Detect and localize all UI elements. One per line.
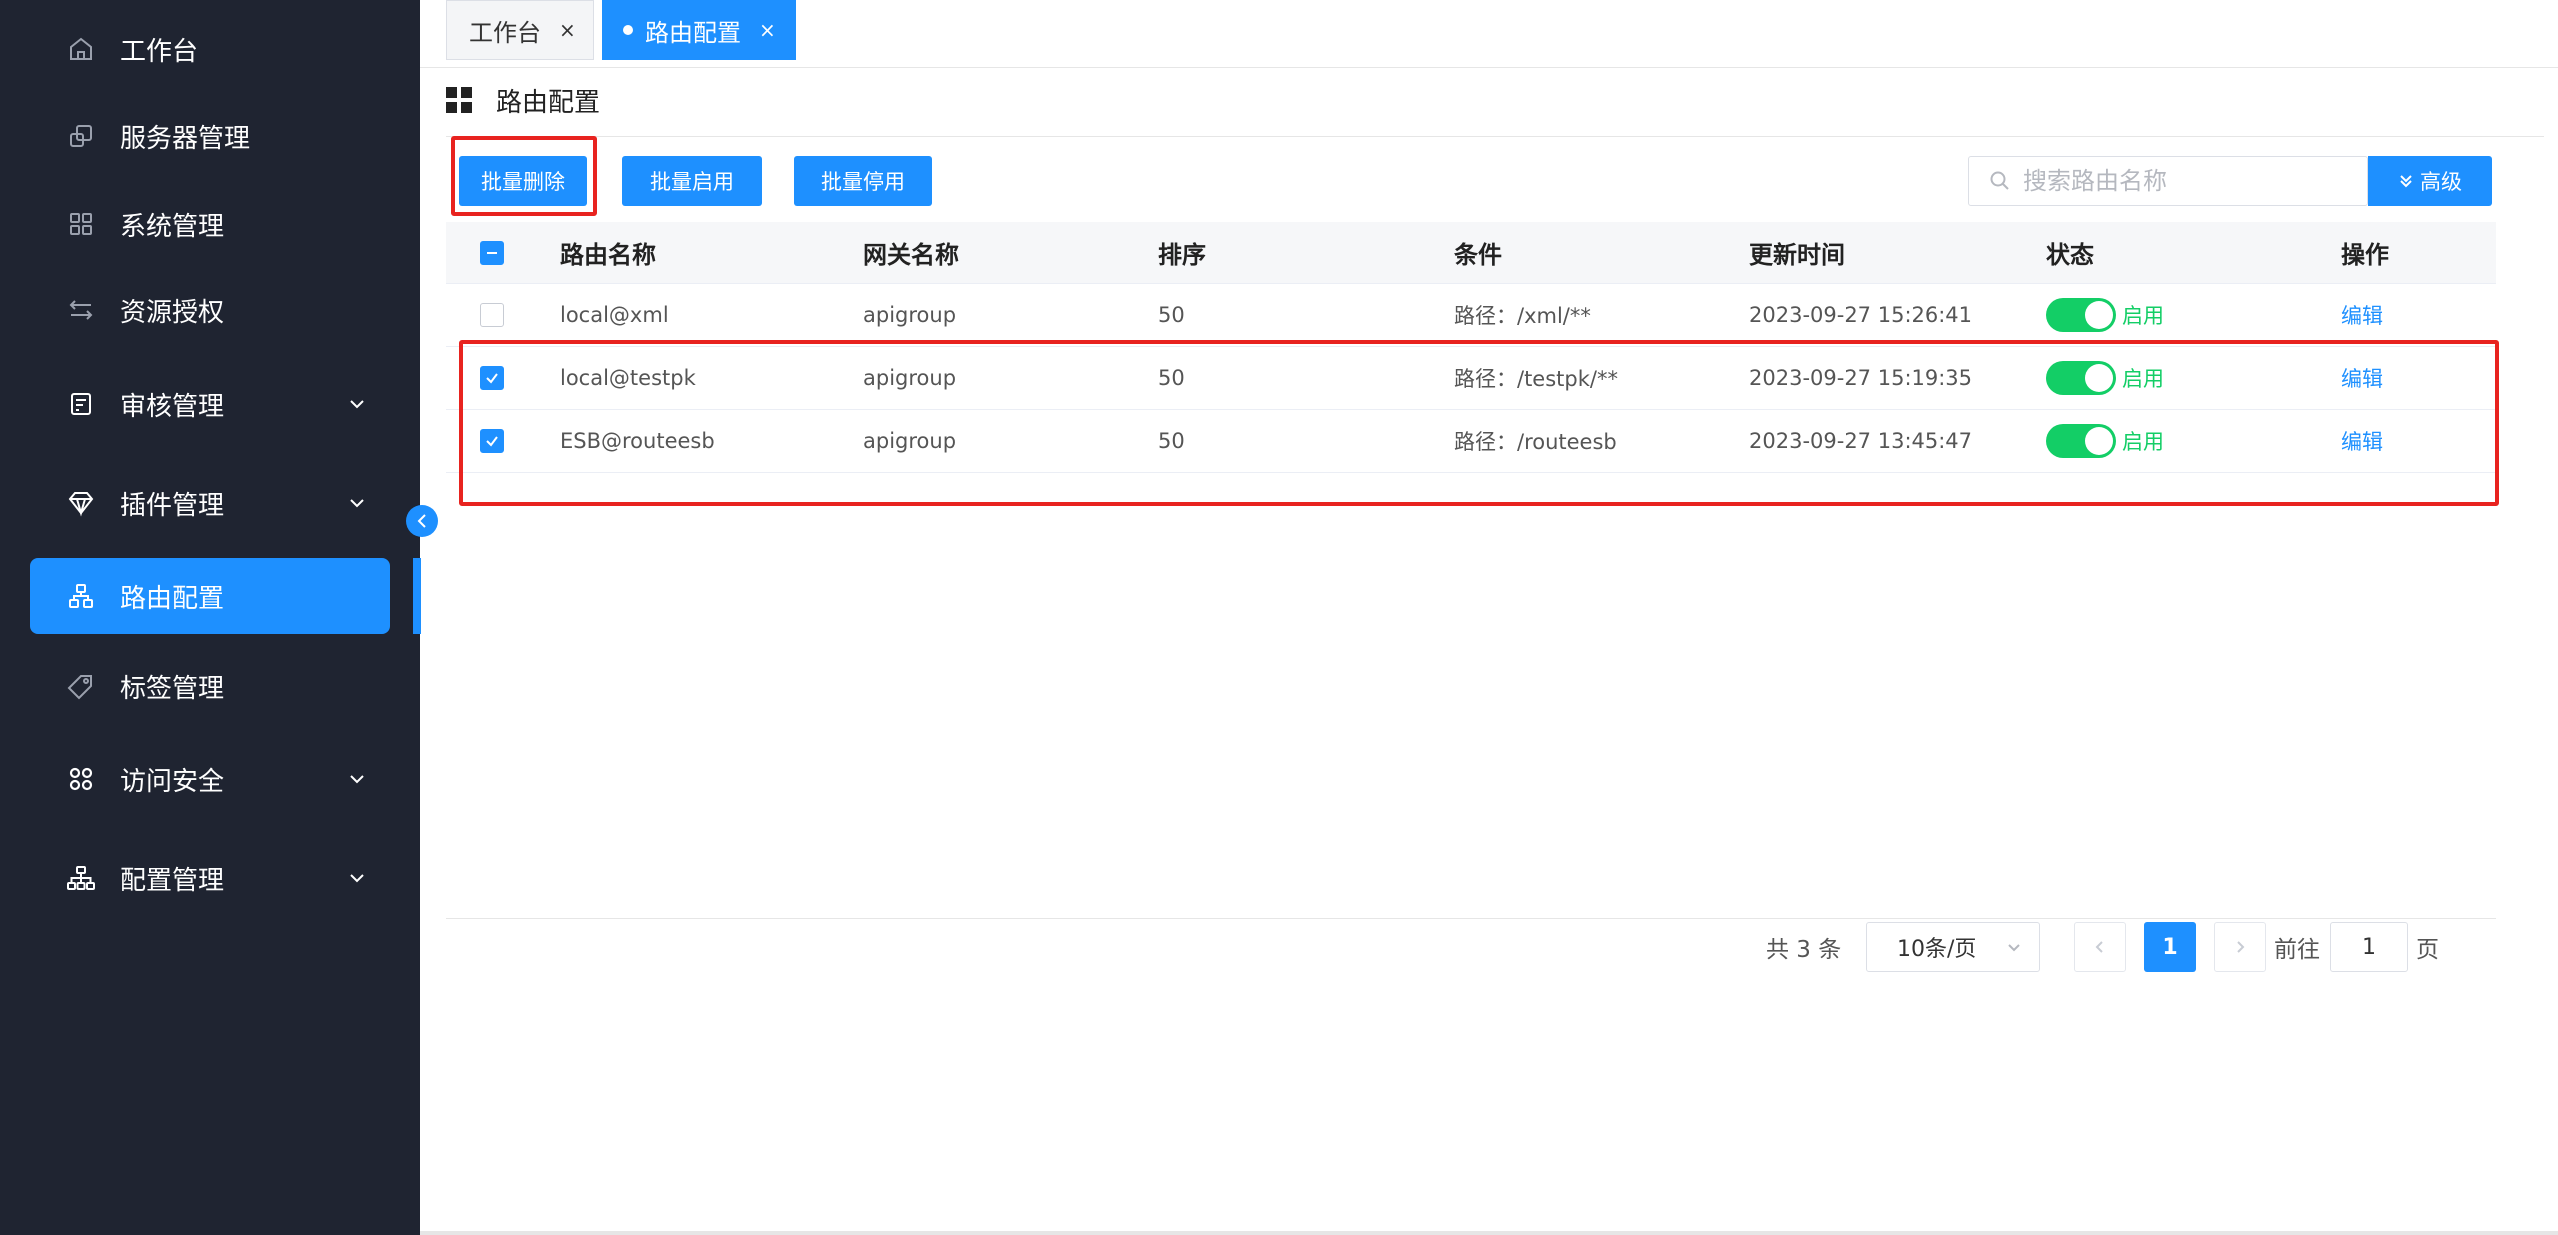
audit-icon — [66, 389, 96, 419]
batch-disable-button[interactable]: 批量停用 — [794, 156, 932, 206]
search-box — [1968, 156, 2368, 206]
active-dot-icon — [623, 25, 633, 35]
sidebar-item-label: 资源授权 — [120, 297, 225, 328]
tab-bar: 工作台 × 路由配置 × — [420, 0, 2558, 68]
select-all-checkbox[interactable] — [480, 240, 504, 265]
apps-icon — [66, 764, 96, 794]
swap-icon — [66, 295, 96, 325]
active-indicator — [413, 558, 421, 634]
highlight-box — [459, 340, 2499, 506]
double-chevron-down-icon — [2400, 175, 2412, 188]
tab-route-config[interactable]: 路由配置 × — [602, 0, 796, 60]
close-icon[interactable]: × — [559, 18, 576, 42]
goto-label: 前往 — [2274, 937, 2320, 963]
sidebar-item-audit[interactable]: 审核管理 — [30, 366, 390, 442]
close-icon[interactable]: × — [759, 18, 776, 42]
divider — [446, 136, 2544, 137]
gateway-name: apigroup — [863, 303, 957, 327]
select-all-cell — [480, 222, 504, 283]
minus-icon — [487, 251, 497, 254]
sidebar-item-config-management[interactable]: 配置管理 — [30, 840, 390, 916]
chevron-left-icon — [417, 514, 426, 528]
sidebar-collapse-button[interactable] — [406, 505, 438, 537]
header-order: 排序 — [1158, 241, 1206, 269]
advanced-label: 高级 — [2420, 171, 2462, 194]
page-size-value: 10条/页 — [1897, 937, 1977, 962]
diamond-icon — [66, 488, 96, 518]
tree-icon — [66, 863, 96, 893]
chevron-down-icon — [342, 389, 372, 419]
row-checkbox[interactable] — [480, 303, 504, 327]
chevron-down-icon — [2005, 937, 2023, 962]
header-action: 操作 — [2341, 241, 2389, 269]
search-icon — [1990, 171, 2009, 190]
sidebar-item-resource-auth[interactable]: 资源授权 — [30, 272, 390, 348]
sidebar-item-tag[interactable]: 标签管理 — [30, 648, 390, 724]
sidebar-item-label: 访问安全 — [120, 766, 225, 797]
page-header: 路由配置 — [446, 74, 600, 126]
page-number-button[interactable]: 1 — [2144, 922, 2196, 972]
tag-icon — [66, 671, 96, 701]
status-label: 启用 — [2122, 304, 2164, 328]
advanced-search-button[interactable]: 高级 — [2368, 156, 2492, 206]
sidebar-item-label: 服务器管理 — [120, 123, 251, 154]
sidebar-item-server[interactable]: 服务器管理 — [30, 98, 390, 174]
header-gateway: 网关名称 — [863, 241, 959, 269]
updated-time: 2023-09-27 15:26:41 — [1749, 303, 1973, 327]
table-header: 路由名称 网关名称 排序 条件 更新时间 状态 操作 — [446, 222, 2496, 284]
home-icon — [66, 34, 96, 64]
condition-value: 路径：/xml/** — [1454, 304, 1591, 328]
tab-workbench[interactable]: 工作台 × — [446, 0, 594, 60]
tab-label: 路由配置 — [645, 18, 741, 47]
server-icon — [66, 121, 96, 151]
goto-suffix: 页 — [2416, 937, 2439, 963]
bottom-border — [420, 1231, 2558, 1235]
status-switch[interactable] — [2046, 298, 2116, 332]
sidebar-item-label: 配置管理 — [120, 865, 225, 896]
search-input[interactable] — [2023, 167, 2323, 195]
sidebar-item-label: 路由配置 — [120, 583, 225, 614]
chevron-down-icon — [342, 764, 372, 794]
header-name: 路由名称 — [560, 241, 656, 269]
page-title: 路由配置 — [496, 87, 601, 118]
sidebar-item-label: 插件管理 — [120, 490, 225, 521]
sidebar-item-plugin[interactable]: 插件管理 — [30, 465, 390, 541]
sidebar-item-label: 标签管理 — [120, 673, 225, 704]
header-status: 状态 — [2046, 241, 2094, 269]
order-value: 50 — [1158, 303, 1185, 327]
sidebar-item-system[interactable]: 系统管理 — [30, 186, 390, 262]
edit-link[interactable]: 编辑 — [2341, 300, 2383, 330]
chevron-right-icon — [2237, 941, 2245, 953]
goto-page-input[interactable] — [2330, 922, 2408, 972]
batch-enable-button[interactable]: 批量启用 — [622, 156, 762, 206]
chevron-down-icon — [342, 863, 372, 893]
sidebar-item-route-config[interactable]: 路由配置 — [30, 558, 390, 634]
sidebar-item-label: 工作台 — [120, 36, 199, 67]
prev-page-button[interactable] — [2074, 922, 2126, 972]
sidebar-item-access-security[interactable]: 访问安全 — [30, 741, 390, 817]
grid-icon — [446, 87, 472, 113]
chevron-down-icon — [342, 488, 372, 518]
app: 工作台 服务器管理 系统管理 资源授权 审核管理 插件管理 路由配置 标签管理 … — [0, 0, 2558, 1235]
tab-label: 工作台 — [469, 18, 541, 47]
next-page-button[interactable] — [2214, 922, 2266, 972]
sidebar-item-label: 审核管理 — [120, 391, 225, 422]
table-row: local@xml apigroup 50 路径：/xml/** 2023-09… — [446, 284, 2496, 347]
sidebar: 工作台 服务器管理 系统管理 资源授权 审核管理 插件管理 路由配置 标签管理 … — [0, 0, 420, 1235]
chevron-left-icon — [2095, 941, 2103, 953]
header-updated: 更新时间 — [1749, 241, 1845, 269]
batch-delete-button[interactable]: 批量删除 — [459, 156, 587, 206]
sidebar-item-workbench[interactable]: 工作台 — [30, 11, 390, 87]
route-icon — [66, 581, 96, 611]
divider — [446, 918, 2496, 919]
sidebar-item-label: 系统管理 — [120, 211, 225, 242]
page-size-select[interactable]: 10条/页 — [1866, 922, 2040, 972]
route-name: local@xml — [560, 303, 669, 327]
pagination-total: 共 3 条 — [1766, 937, 1842, 963]
header-condition: 条件 — [1454, 241, 1502, 269]
grid-icon — [66, 209, 96, 239]
